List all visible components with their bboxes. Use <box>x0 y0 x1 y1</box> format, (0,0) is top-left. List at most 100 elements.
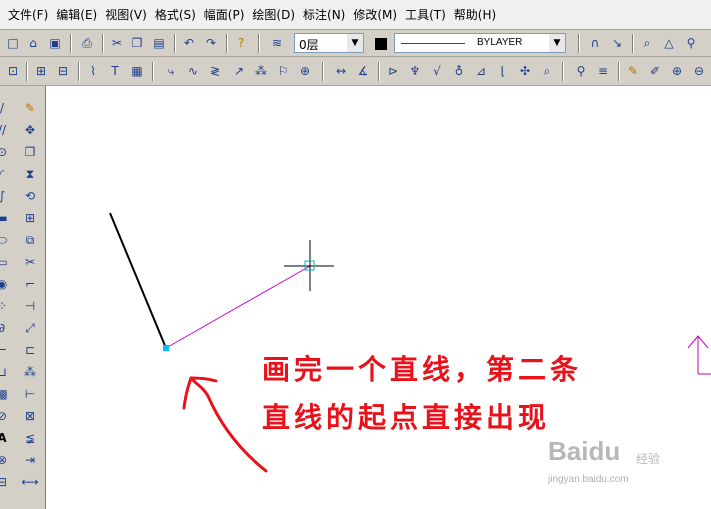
chevron-down-icon[interactable]: ▼ <box>549 34 565 52</box>
menu-tools[interactable]: 工具(T) <box>401 0 450 30</box>
point-tool-icon[interactable]: ◉ <box>0 276 10 292</box>
menu-modify[interactable]: 修改(M) <box>349 0 401 30</box>
lengthen-tool-icon[interactable]: ⟷ <box>21 474 38 490</box>
menu-file[interactable]: 文件(F) <box>4 0 52 30</box>
zoom-in-icon[interactable]: ⊕ <box>668 62 686 80</box>
line-tool-icon[interactable]: / <box>0 100 10 116</box>
zoom-window-icon[interactable]: △ <box>660 34 678 52</box>
match-icon[interactable]: ≡ <box>594 62 612 80</box>
undo-icon[interactable]: ↶ <box>180 34 198 52</box>
ellipse-tool-icon[interactable]: ⬭ <box>0 232 10 248</box>
layer-select[interactable]: 0层 ▼ <box>294 33 364 53</box>
annotation-text-line2: 直线的起点直接出现 <box>262 401 551 434</box>
dimension-tool-icon[interactable]: ⊔ <box>0 364 10 380</box>
menu-bar: 文件(F) 编辑(E) 视图(V) 格式(S) 幅面(P) 绘图(D) 标注(N… <box>0 0 711 30</box>
print-icon[interactable]: ⎙ <box>78 34 96 52</box>
hatch-icon[interactable]: ⁂ <box>252 62 270 80</box>
tolerance-icon[interactable]: ♆ <box>406 62 424 80</box>
table-tool-icon[interactable]: ⊟ <box>0 474 10 490</box>
center-mark-icon[interactable]: ✣ <box>516 62 534 80</box>
paste-icon[interactable]: ▤ <box>150 34 168 52</box>
pan-icon[interactable]: ↘ <box>608 34 626 52</box>
open-file-icon[interactable]: ⌂ <box>24 34 42 52</box>
array-tool-icon[interactable]: ⊞ <box>22 210 38 226</box>
spline-icon[interactable]: ⤷ <box>162 62 180 80</box>
edit-icon[interactable]: ✎ <box>624 62 642 80</box>
erase-tool-icon[interactable]: ✎ <box>22 100 38 116</box>
linetype-select[interactable]: BYLAYER ▼ <box>394 33 566 53</box>
zoom-extents-icon[interactable]: ⚲ <box>682 34 700 52</box>
grid-tool-icon[interactable]: ▩ <box>0 386 10 402</box>
help-icon[interactable]: ? <box>232 34 250 52</box>
window-select-icon[interactable]: ⊡ <box>4 62 22 80</box>
menu-draw[interactable]: 绘图(D) <box>248 0 299 30</box>
angle-icon[interactable]: ∡ <box>354 62 372 80</box>
menu-sheet[interactable]: 幅面(P) <box>200 0 249 30</box>
ucs-icon <box>687 335 711 375</box>
paint-icon[interactable]: ✐ <box>646 62 664 80</box>
menu-format[interactable]: 格式(S) <box>151 0 200 30</box>
snap-icon[interactable]: ∩ <box>586 34 604 52</box>
weld-icon[interactable]: ♁ <box>450 62 468 80</box>
menu-help[interactable]: 帮助(H) <box>450 0 500 30</box>
offset-tool-icon[interactable]: ≨ <box>22 430 38 446</box>
section-icon[interactable]: ⚐ <box>274 62 292 80</box>
zoom-previous-icon[interactable]: ⊟ <box>54 62 72 80</box>
menu-edit[interactable]: 编辑(E) <box>52 0 101 30</box>
rotate-tool-icon[interactable]: ⟲ <box>22 188 38 204</box>
layer-manager-icon[interactable]: ≋ <box>268 34 286 52</box>
copy-tool-icon[interactable]: ❒ <box>22 144 38 160</box>
chamfer-tool-icon[interactable]: ⊢ <box>22 386 38 402</box>
redo-icon[interactable]: ↷ <box>202 34 220 52</box>
menu-view[interactable]: 视图(V) <box>101 0 151 30</box>
image-tool-icon[interactable]: ⊘ <box>0 408 10 424</box>
circle-tool-icon[interactable]: ⊙ <box>0 144 10 160</box>
polyline-tool-icon[interactable]: // <box>0 122 10 138</box>
cut-icon[interactable]: ✂ <box>108 34 126 52</box>
trim-tool-icon[interactable]: ✂ <box>22 254 38 270</box>
chevron-down-icon[interactable]: ▼ <box>347 34 363 52</box>
zoom-out-icon[interactable]: ⊖ <box>690 62 708 80</box>
fillet-tool-icon[interactable]: ⌐ <box>22 276 38 292</box>
leader-icon[interactable]: ⊿ <box>472 62 490 80</box>
sketch-tool-icon[interactable]: ∂ <box>0 320 10 336</box>
save-icon[interactable]: ▣ <box>46 34 64 52</box>
zoom-icon[interactable]: ⌕ <box>638 34 656 52</box>
roughness-icon[interactable]: √ <box>428 62 446 80</box>
polygon-tool-icon[interactable]: ▭ <box>0 254 10 270</box>
cross-icon[interactable]: ⊕ <box>296 62 314 80</box>
arc-tool-icon[interactable]: ◜ <box>0 166 10 182</box>
baidu-watermark: Baidu 经验 jingyan.baidu.com <box>548 436 678 492</box>
wave-icon[interactable]: ∿ <box>184 62 202 80</box>
text-tool-icon[interactable]: A <box>0 430 10 446</box>
new-file-icon[interactable]: □ <box>4 34 22 52</box>
align-tool-icon[interactable]: ⇥ <box>22 452 38 468</box>
datum-icon[interactable]: ⊳ <box>384 62 402 80</box>
wave-tool-icon[interactable]: ⌐ <box>0 342 10 358</box>
extend-tool-icon[interactable]: ⊣ <box>22 298 38 314</box>
move-tool-icon[interactable]: ✥ <box>22 122 38 138</box>
block-icon[interactable]: ▦ <box>128 62 146 80</box>
break-tool-icon[interactable]: ⤢ <box>22 320 38 336</box>
menu-dimension[interactable]: 标注(N) <box>299 0 349 30</box>
measure-icon[interactable]: ⌊ <box>494 62 512 80</box>
join-tool-icon[interactable]: ⊠ <box>22 408 38 424</box>
block-tool-icon[interactable]: ⊗ <box>0 452 10 468</box>
polyline-icon[interactable]: ⌇ <box>84 62 102 80</box>
mirror-tool-icon[interactable]: ⧗ <box>22 166 38 182</box>
properties-icon[interactable]: ⚲ <box>572 62 590 80</box>
zigzag-icon[interactable]: ≷ <box>206 62 224 80</box>
arrow-icon[interactable]: ↗ <box>230 62 248 80</box>
linear-dim-icon[interactable]: ↔ <box>332 62 350 80</box>
zoom-all-icon[interactable]: ⊞ <box>32 62 50 80</box>
color-swatch[interactable] <box>375 38 387 50</box>
copy-icon[interactable]: ❐ <box>128 34 146 52</box>
spline-tool-icon[interactable]: ∫ <box>0 188 10 204</box>
stretch-tool-icon[interactable]: ⊏ <box>22 342 38 358</box>
scale-tool-icon[interactable]: ⧉ <box>22 232 38 248</box>
hatch-tool-icon[interactable]: ⁘ <box>0 298 10 314</box>
rectangle-tool-icon[interactable]: ▬ <box>0 210 10 226</box>
query-icon[interactable]: ⌕ <box>538 62 556 80</box>
explode-tool-icon[interactable]: ⁂ <box>22 364 38 380</box>
text-icon[interactable]: T <box>106 62 124 80</box>
